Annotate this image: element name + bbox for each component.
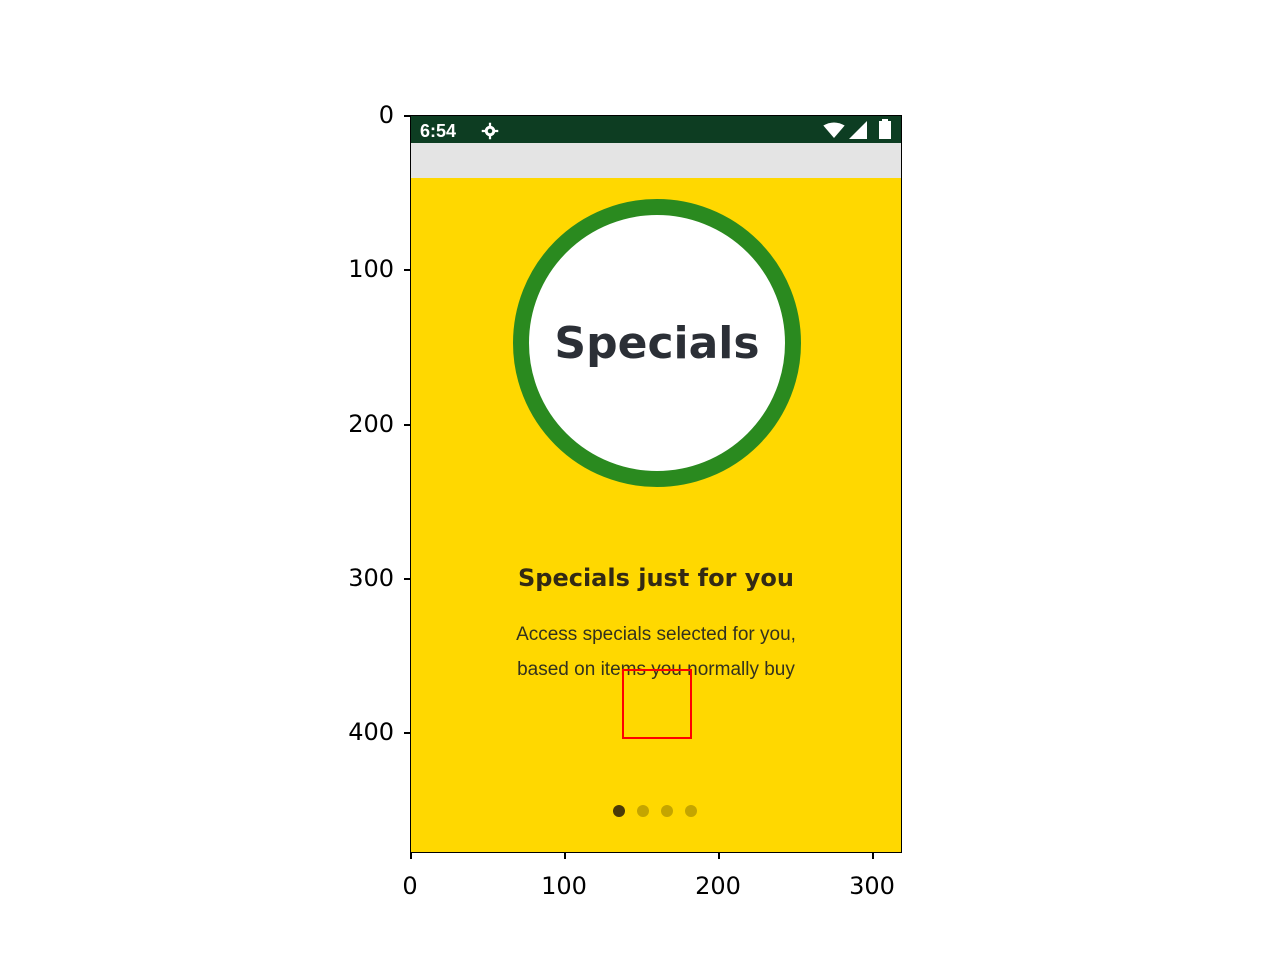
x-label-0: 0: [402, 872, 418, 900]
pager-dot-1[interactable]: [613, 805, 625, 817]
y-tick-200: [404, 424, 410, 426]
onboarding-headline: Specials just for you: [517, 564, 795, 592]
y-label-0: 0: [378, 101, 394, 129]
x-tick-100: [564, 853, 566, 859]
x-tick-0: [410, 853, 412, 859]
onboarding-body-line-1: Access specials selected for you,: [516, 624, 796, 645]
pager-dot-2[interactable]: [637, 805, 649, 817]
app-screen: 6:54 Specials Specials just for you Acce…: [410, 115, 902, 853]
x-tick-300: [872, 853, 874, 859]
app-toolbar: [411, 143, 901, 178]
badge-text: Specials: [554, 317, 760, 369]
status-bar: 6:54: [411, 116, 901, 143]
y-tick-100: [404, 269, 410, 271]
pager-dot-4[interactable]: [685, 805, 697, 817]
status-time: 6:54: [420, 121, 457, 141]
battery-icon: [879, 119, 891, 139]
signal-icon: [849, 121, 867, 139]
y-tick-400: [404, 732, 410, 734]
x-label-100: 100: [541, 872, 587, 900]
x-tick-200: [718, 853, 720, 859]
y-label-200: 200: [348, 410, 394, 438]
pager-indicator[interactable]: [613, 805, 697, 817]
y-tick-0: [404, 115, 410, 117]
pager-dot-3[interactable]: [661, 805, 673, 817]
x-label-200: 200: [695, 872, 741, 900]
y-tick-300: [404, 578, 410, 580]
specials-badge: Specials: [513, 199, 801, 487]
wifi-icon: [823, 122, 845, 138]
highlight-box: [622, 669, 692, 739]
x-label-300: 300: [849, 872, 895, 900]
y-label-300: 300: [348, 564, 394, 592]
y-label-100: 100: [348, 255, 394, 283]
y-label-400: 400: [348, 718, 394, 746]
gear-icon: [481, 122, 499, 140]
